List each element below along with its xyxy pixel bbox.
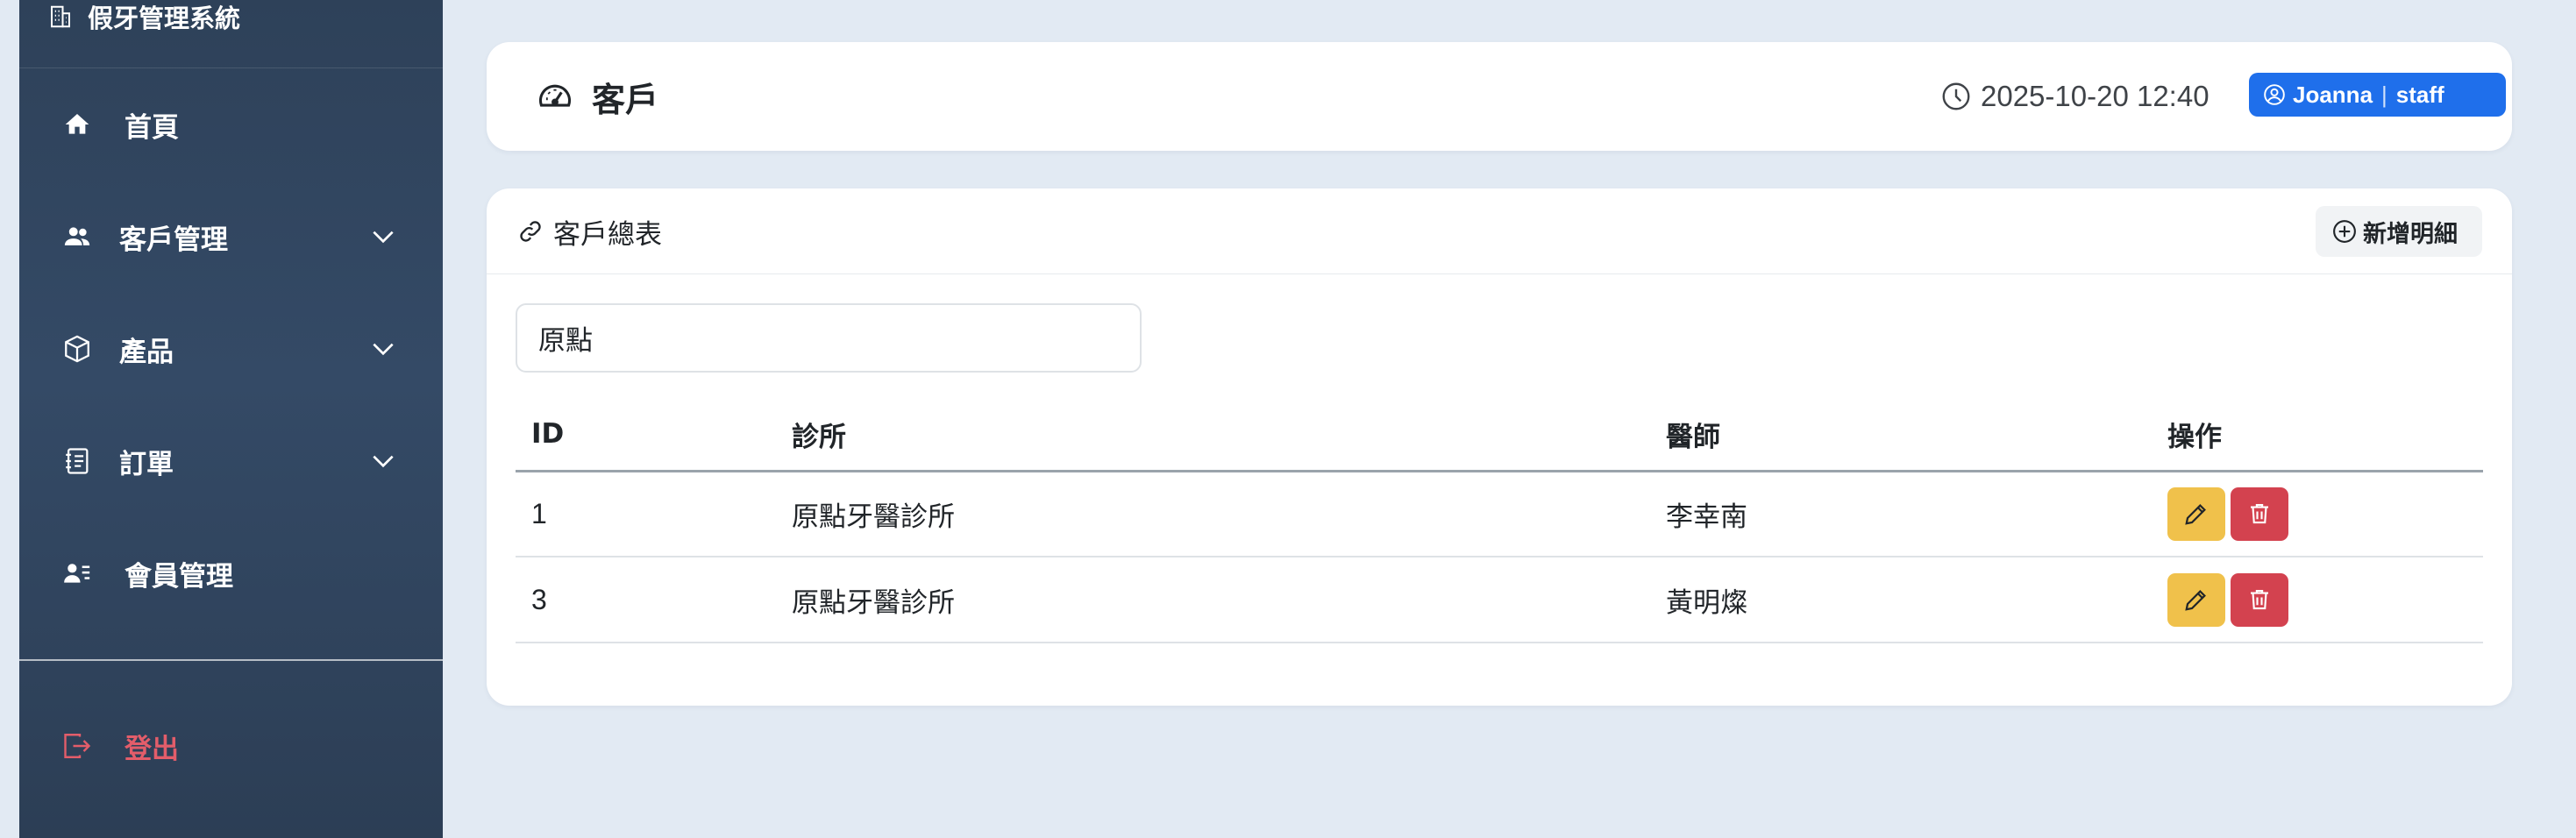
customer-list-card: 客戶總表 新增明細 ID 診所 醫師 操作 1 原點牙醫診所 李幸南 — [487, 188, 2512, 706]
add-detail-button[interactable]: 新增明細 — [2316, 206, 2482, 257]
sidebar-item-label: 訂單 — [119, 448, 174, 480]
page-title: 客戶 — [536, 42, 658, 151]
clock-icon — [1942, 82, 1970, 110]
edit-button[interactable] — [2167, 572, 2225, 627]
sidebar-divider — [19, 659, 443, 661]
sidebar-item-label: 首頁 — [125, 111, 179, 144]
logout-label: 登出 — [125, 733, 179, 765]
sidebar: 假牙管理系統 首頁 客戶管理 產品 訂單 會員管理 登出 — [19, 0, 443, 838]
sidebar-item-products[interactable]: 產品 — [19, 314, 443, 384]
member-list-icon — [61, 557, 93, 589]
cell-clinic: 原點牙醫診所 — [776, 471, 1650, 557]
column-header-actions: 操作 — [2152, 399, 2483, 472]
cell-doctor: 李幸南 — [1650, 471, 2152, 557]
home-icon — [61, 109, 93, 140]
column-header-id[interactable]: ID — [516, 399, 776, 472]
card-title: 客戶總表 — [518, 188, 662, 274]
sidebar-item-label: 產品 — [119, 336, 174, 368]
search-input[interactable] — [516, 303, 1142, 373]
cell-doctor: 黃明燦 — [1650, 557, 2152, 643]
table-row: 3 原點牙醫診所 黃明燦 — [516, 557, 2483, 643]
logout-button[interactable]: 登出 — [19, 711, 443, 781]
user-name: Joanna — [2293, 81, 2373, 108]
plus-circle-icon — [2333, 220, 2356, 243]
sidebar-item-customers[interactable]: 客戶管理 — [19, 202, 443, 272]
edit-button[interactable] — [2167, 486, 2225, 541]
chevron-down-icon[interactable] — [369, 335, 397, 363]
link-icon — [520, 221, 541, 242]
cell-actions — [2152, 471, 2483, 557]
delete-button[interactable] — [2231, 572, 2288, 627]
trash-icon — [2251, 504, 2268, 524]
cell-id: 3 — [516, 557, 776, 643]
delete-button[interactable] — [2231, 486, 2288, 541]
user-badge[interactable]: Joanna | staff — [2249, 73, 2506, 117]
cell-actions — [2152, 557, 2483, 643]
table-row: 1 原點牙醫診所 李幸南 — [516, 471, 2483, 557]
journal-icon — [61, 445, 93, 477]
brand[interactable]: 假牙管理系統 — [19, 0, 443, 68]
datetime-text: 2025-10-20 12:40 — [1981, 80, 2210, 112]
brand-label: 假牙管理系統 — [88, 3, 241, 33]
pencil-icon — [2185, 504, 2206, 525]
sidebar-item-orders[interactable]: 訂單 — [19, 426, 443, 496]
logout-icon — [61, 730, 93, 762]
page-header: 客戶 2025-10-20 12:40 Joanna | staff — [487, 42, 2512, 151]
table-header-row: ID 診所 醫師 操作 — [516, 399, 2483, 472]
customer-table: ID 診所 醫師 操作 1 原點牙醫診所 李幸南 3 原點牙醫診所 黃明燦 — [516, 399, 2483, 643]
chevron-down-icon[interactable] — [369, 447, 397, 475]
card-title-text: 客戶總表 — [553, 218, 662, 251]
user-role: staff — [2395, 81, 2444, 108]
cell-id: 1 — [516, 471, 776, 557]
page-title-text: 客戶 — [592, 80, 659, 119]
sidebar-item-members[interactable]: 會員管理 — [19, 538, 443, 608]
sidebar-item-label: 會員管理 — [125, 560, 233, 593]
column-header-clinic[interactable]: 診所 — [776, 399, 1650, 472]
building-icon — [51, 5, 70, 27]
pencil-icon — [2185, 590, 2206, 611]
sidebar-item-home[interactable]: 首頁 — [19, 89, 443, 160]
cell-clinic: 原點牙醫診所 — [776, 557, 1650, 643]
card-header: 客戶總表 新增明細 — [487, 188, 2512, 274]
add-detail-label: 新增明細 — [2363, 220, 2458, 248]
users-icon — [61, 221, 93, 252]
sidebar-item-label: 客戶管理 — [119, 224, 228, 256]
column-header-doctor[interactable]: 醫師 — [1650, 399, 2152, 472]
speedometer-icon — [538, 84, 572, 107]
current-datetime: 2025-10-20 12:40 — [1940, 42, 2210, 151]
chevron-down-icon[interactable] — [369, 223, 397, 251]
user-separator: | — [2381, 81, 2387, 108]
box-icon — [61, 333, 93, 365]
trash-icon — [2251, 589, 2268, 610]
user-circle-icon — [2264, 84, 2285, 105]
